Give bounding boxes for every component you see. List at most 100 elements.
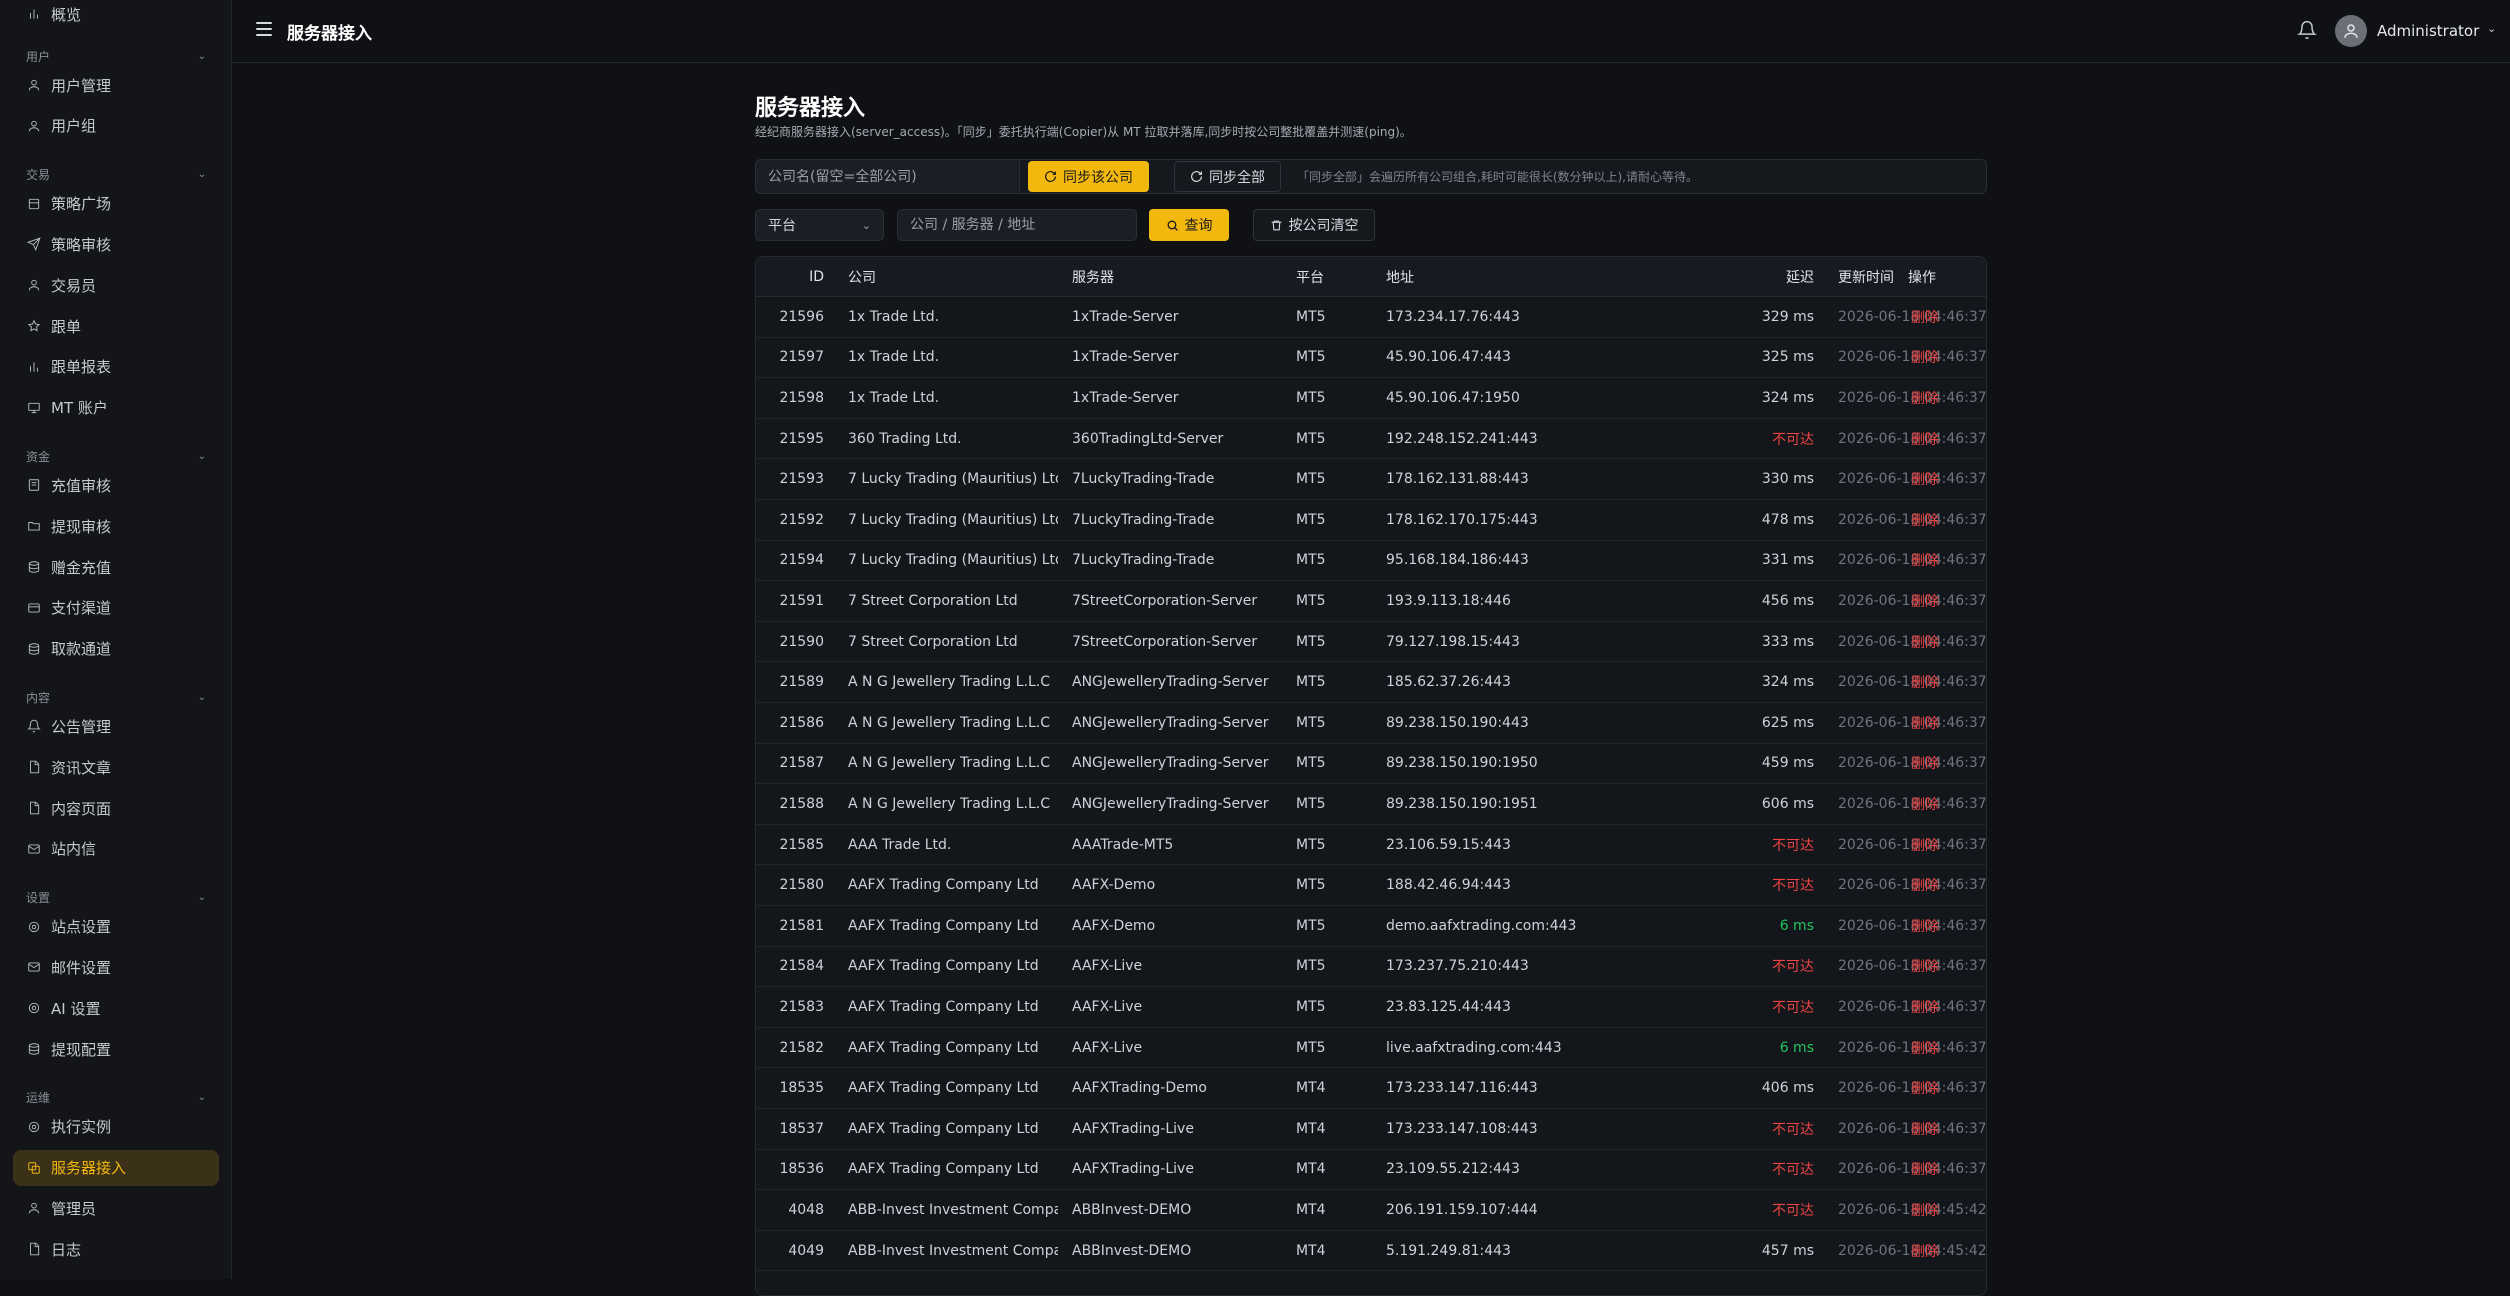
- delete-button[interactable]: 删除: [1911, 744, 1971, 784]
- delete-button[interactable]: 删除: [1911, 419, 1971, 459]
- delete-button[interactable]: 删除: [1911, 1231, 1971, 1271]
- column-header-latency[interactable]: 延迟: [1756, 257, 1814, 296]
- sidebar-item[interactable]: 公告管理: [13, 708, 219, 744]
- column-header-platform[interactable]: 平台: [1296, 257, 1356, 296]
- sidebar-item[interactable]: 执行实例: [13, 1109, 219, 1145]
- cell-latency: 606 ms: [1761, 795, 1814, 812]
- sidebar-section-header[interactable]: 用户 ⌄: [26, 47, 206, 65]
- cell-company: AAFX Trading Company Ltd: [848, 917, 1039, 934]
- column-header-id[interactable]: ID: [756, 257, 824, 296]
- delete-button[interactable]: 删除: [1911, 459, 1971, 499]
- table-row: 21581 AAFX Trading Company Ltd AAFX-Demo MT…: [756, 906, 1986, 947]
- table-row: 21597 1x Trade Ltd. 1xTrade-Server MT5 45.90…: [756, 338, 1986, 379]
- clear-by-company-button[interactable]: 按公司清空: [1253, 209, 1375, 241]
- cell-platform: MT5: [1296, 795, 1326, 812]
- user-name[interactable]: Administrator: [2377, 22, 2479, 40]
- sidebar-item[interactable]: 服务器接入: [13, 1149, 219, 1186]
- sidebar-item[interactable]: 资讯文章: [13, 749, 219, 785]
- column-header-server[interactable]: 服务器: [1072, 257, 1282, 296]
- sidebar-item[interactable]: 站点设置: [13, 909, 219, 945]
- sidebar-item[interactable]: 提现配置: [13, 1031, 219, 1067]
- sync-hint: 「同步全部」会遍历所有公司组合,耗时可能很长(数分钟以上),请耐心等待。: [1297, 170, 1698, 184]
- sidebar-item[interactable]: 取款通道: [13, 631, 219, 667]
- column-header-address[interactable]: 地址: [1386, 257, 1586, 296]
- mail-icon: [27, 842, 41, 856]
- search-input[interactable]: [897, 209, 1137, 241]
- delete-button[interactable]: 删除: [1911, 1109, 1971, 1149]
- table-row: 21585 AAA Trade Ltd. AAATrade-MT5 MT5 23.106…: [756, 825, 1986, 866]
- sidebar-item[interactable]: 策略审核: [13, 226, 219, 262]
- cell-platform: MT5: [1296, 633, 1326, 650]
- sidebar-item[interactable]: 邮件设置: [13, 949, 219, 985]
- sidebar-item[interactable]: MT 账户: [13, 390, 219, 426]
- query-button[interactable]: 查询: [1149, 209, 1229, 241]
- delete-button[interactable]: 删除: [1911, 662, 1971, 702]
- chevron-down-icon[interactable]: ⌄: [2487, 22, 2496, 35]
- menu-icon[interactable]: [256, 22, 272, 36]
- cell-server: 7LuckyTrading-Trade: [1072, 552, 1215, 569]
- sync-all-button[interactable]: 同步全部: [1174, 161, 1281, 192]
- delete-button[interactable]: 删除: [1911, 1068, 1971, 1108]
- clear-label: 按公司清空: [1288, 218, 1359, 234]
- cell-server: ABBInvest-DEMO: [1072, 1242, 1192, 1259]
- cell-platform: MT5: [1296, 958, 1326, 975]
- sidebar-section-header[interactable]: 交易 ⌄: [26, 166, 206, 184]
- delete-button[interactable]: 删除: [1911, 338, 1971, 378]
- sidebar-item[interactable]: 用户组: [13, 108, 219, 144]
- bell-icon[interactable]: [2297, 20, 2317, 40]
- sidebar-section-header[interactable]: 设置 ⌄: [26, 889, 206, 907]
- delete-button[interactable]: 删除: [1911, 987, 1971, 1027]
- cell-company: 7 Lucky Trading (Mauritius) Ltd: [848, 552, 1058, 569]
- sidebar-section-header[interactable]: 内容 ⌄: [26, 688, 206, 706]
- cell-address: demo.aafxtrading.com:443: [1386, 917, 1577, 934]
- sidebar-item[interactable]: 内容页面: [13, 790, 219, 826]
- sidebar-item[interactable]: 赠金充值: [13, 549, 219, 585]
- sync-company-button[interactable]: 同步该公司: [1028, 161, 1149, 192]
- delete-button[interactable]: 删除: [1911, 865, 1971, 905]
- gear-icon: [27, 920, 41, 934]
- sidebar-item[interactable]: 日志: [13, 1231, 219, 1267]
- avatar[interactable]: [2335, 15, 2367, 47]
- sidebar-item[interactable]: 支付渠道: [13, 590, 219, 626]
- sidebar-item[interactable]: 管理员: [13, 1190, 219, 1226]
- sidebar-item[interactable]: AI 设置: [13, 990, 219, 1026]
- sidebar-item[interactable]: 跟单: [13, 308, 219, 344]
- delete-button[interactable]: 删除: [1911, 541, 1971, 581]
- sidebar-item[interactable]: 充值审核: [13, 467, 219, 503]
- delete-button[interactable]: 删除: [1911, 378, 1971, 418]
- cell-platform: MT4: [1296, 1242, 1326, 1259]
- sidebar-item[interactable]: 站内信: [13, 831, 219, 867]
- cell-address: 45.90.106.47:443: [1386, 349, 1511, 366]
- cell-platform: MT5: [1296, 1039, 1326, 1056]
- delete-button[interactable]: 删除: [1911, 500, 1971, 540]
- cell-company: A N G Jewellery Trading L.L.C: [848, 714, 1051, 731]
- delete-button[interactable]: 删除: [1911, 703, 1971, 743]
- cell-latency: 456 ms: [1761, 592, 1814, 609]
- sidebar-section-header[interactable]: 资金 ⌄: [26, 447, 206, 465]
- delete-button[interactable]: 删除: [1911, 581, 1971, 621]
- sidebar-item[interactable]: 策略广场: [13, 186, 219, 222]
- platform-select[interactable]: 平台 ⌄: [755, 209, 884, 241]
- bell-icon: [27, 719, 41, 733]
- delete-button[interactable]: 删除: [1911, 297, 1971, 337]
- sidebar-item[interactable]: 交易员: [13, 267, 219, 303]
- sidebar-item[interactable]: 跟单报表: [13, 349, 219, 385]
- column-header-company[interactable]: 公司: [848, 257, 1058, 296]
- sidebar-item[interactable]: 提现审核: [13, 508, 219, 544]
- delete-button[interactable]: 删除: [1911, 1190, 1971, 1230]
- delete-button[interactable]: 删除: [1911, 825, 1971, 865]
- cell-latency: 6 ms: [1779, 1039, 1814, 1056]
- delete-button[interactable]: 删除: [1911, 1028, 1971, 1068]
- sidebar-section-header[interactable]: 运维 ⌄: [26, 1089, 206, 1107]
- delete-button[interactable]: 删除: [1911, 906, 1971, 946]
- delete-button[interactable]: 删除: [1911, 1150, 1971, 1190]
- cell-server: ANGJewelleryTrading-Server: [1072, 795, 1269, 812]
- sidebar-item[interactable]: 概览: [13, 0, 219, 32]
- sidebar-item[interactable]: 用户管理: [13, 67, 219, 103]
- delete-button[interactable]: 删除: [1911, 622, 1971, 662]
- delete-button[interactable]: 删除: [1911, 784, 1971, 824]
- cell-address: 89.238.150.190:1950: [1386, 755, 1538, 772]
- cell-latency: 不可达: [1772, 878, 1814, 895]
- delete-button[interactable]: 删除: [1911, 947, 1971, 987]
- company-input[interactable]: [755, 159, 1020, 194]
